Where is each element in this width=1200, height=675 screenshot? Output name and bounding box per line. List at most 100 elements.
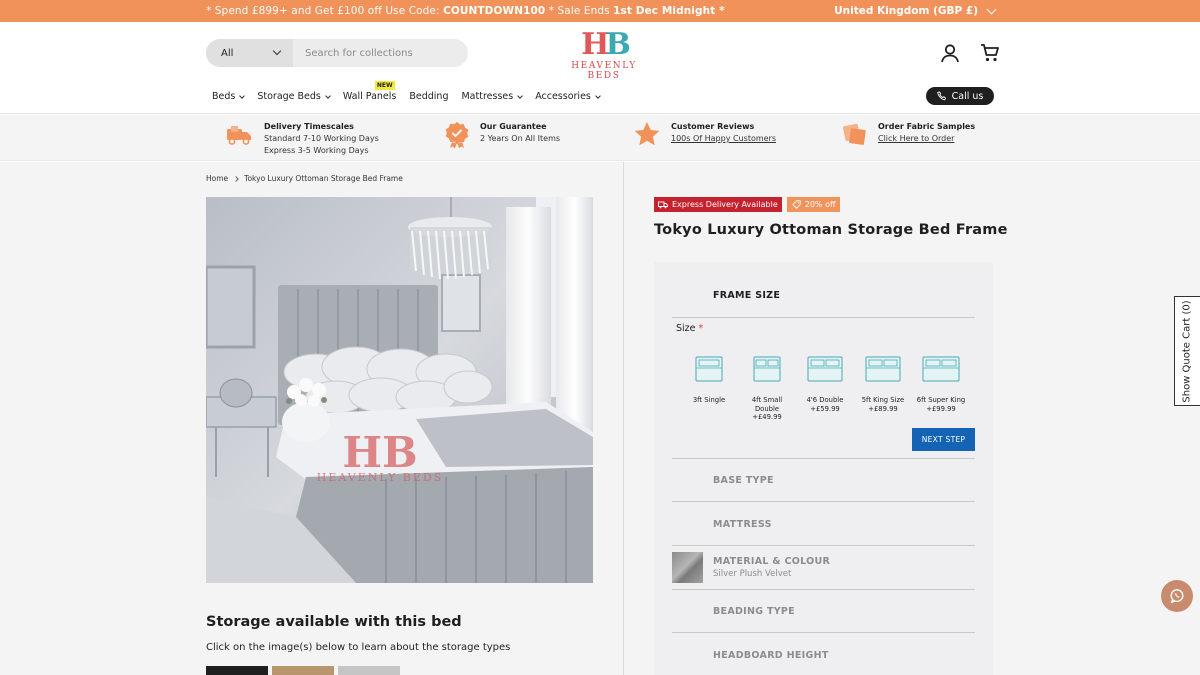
express-delivery-badge: Express Delivery Available [654, 197, 782, 212]
step-label: FRAME SIZE [713, 290, 781, 301]
call-us-button[interactable]: Call us [926, 87, 994, 105]
step-label: MATTRESS [713, 519, 772, 530]
nav-label: Wall Panels [342, 91, 397, 102]
usp-samples: Order Fabric Samples Click Here to Order [842, 121, 975, 147]
chat-button[interactable] [1161, 580, 1193, 612]
bedroom-photo: HB HEAVENLY BEDS [206, 197, 593, 583]
logo-mono-h: H [581, 27, 609, 62]
promo-post: * [715, 5, 725, 17]
nav-label: Beds [212, 91, 236, 102]
chevron-down-icon [986, 4, 997, 14]
promo-pre: * Spend £899+ and Get £100 off Use Code: [206, 5, 444, 17]
nav-item-beds[interactable]: Beds [212, 91, 246, 102]
product-badges: Express Delivery Available 20% off [654, 197, 841, 212]
storage-thumbnail[interactable] [206, 666, 268, 675]
nav-label: Bedding [409, 91, 449, 102]
size-option-5ft-king[interactable]: 5ft King Size +£89.99 [854, 354, 912, 422]
bed-size-icon [922, 356, 960, 382]
tag-icon [791, 200, 801, 209]
account-icon[interactable] [939, 42, 961, 64]
search-input[interactable] [293, 39, 463, 67]
storage-thumbnail[interactable] [272, 666, 334, 675]
usp-title: Order Fabric Samples [878, 122, 976, 131]
nav-item-wall-panels[interactable]: Wall Panels NEW [342, 81, 397, 102]
call-us-label: Call us [951, 90, 984, 102]
step-material-colour[interactable]: MATERIAL & COLOUR [672, 546, 975, 590]
reviews-link[interactable]: 100s Of Happy Customers [671, 133, 776, 145]
usp-guarantee: Our Guarantee 2 Years On All Items [444, 121, 560, 149]
breadcrumb-current: Tokyo Luxury Ottoman Storage Bed Frame [244, 174, 403, 183]
nav-label: Mattresses [461, 91, 514, 102]
size-option-name: 3ft Single [692, 396, 726, 404]
nav-label: Accessories [535, 91, 591, 102]
step-base-type[interactable]: BASE TYPE [672, 459, 975, 502]
announcement-bar: * Spend £899+ and Get £100 off Use Code:… [0, 0, 1200, 22]
chevron-down-icon [595, 92, 601, 99]
breadcrumb-home[interactable]: Home [206, 174, 228, 183]
bed-size-icon [865, 356, 901, 382]
size-option-4-6-double[interactable]: 4'6 Double +£59.99 [796, 354, 854, 422]
region-selector[interactable]: United Kingdom (GBP £) [834, 4, 997, 17]
product-title: Tokyo Luxury Ottoman Storage Bed Frame [654, 222, 1008, 238]
header-icons [939, 42, 1001, 64]
promo-code: COUNTDOWN100 [443, 5, 546, 17]
size-option-name: Double [754, 404, 780, 413]
delivery-truck-icon [227, 126, 251, 145]
size-option-4ft-small-double[interactable]: 4ft Small Double +£49.99 [738, 354, 796, 422]
size-option-price: +£89.99 [868, 404, 898, 413]
step-label: BEADING TYPE [713, 606, 795, 617]
step-beading-type[interactable]: BEADING TYPE [672, 590, 975, 633]
chevron-right-icon [233, 175, 239, 182]
search-category-select[interactable]: All [206, 39, 293, 67]
cart-icon[interactable] [979, 42, 1001, 64]
size-label: Size * [676, 323, 703, 334]
nav-item-accessories[interactable]: Accessories [535, 91, 601, 102]
usp-title: Delivery Timescales [264, 122, 354, 131]
step-frame-size[interactable]: FRAME SIZE [672, 270, 975, 318]
step-headboard-height[interactable]: HEADBOARD HEIGHT [672, 633, 975, 675]
chevron-down-icon [517, 92, 524, 99]
step-mattress[interactable]: MATTRESS [672, 502, 975, 546]
size-option-3ft-single[interactable]: 3ft Single [680, 354, 738, 422]
nav-item-bedding[interactable]: Bedding [409, 91, 448, 102]
storage-subheading: Click on the image(s) below to learn abo… [206, 642, 511, 653]
size-label-text: Size [676, 323, 696, 334]
truck-icon [658, 201, 668, 208]
quote-cart-tab[interactable]: Show Quote Cart (0) [1174, 296, 1200, 406]
fabric-swatch [672, 552, 703, 583]
usp-line: Standard 7-10 Working Days [264, 134, 379, 143]
search-bar: All [206, 39, 468, 67]
guarantee-badge-icon [445, 122, 469, 149]
size-option-name: 6ft Super King [916, 396, 966, 404]
bed-size-icon [695, 356, 723, 382]
usp-line: Express 3-5 Working Days [264, 146, 369, 155]
express-badge-label: Express Delivery Available [672, 200, 778, 209]
usp-line: 2 Years On All Items [480, 134, 561, 143]
breadcrumb: Home Tokyo Luxury Ottoman Storage Bed Fr… [206, 174, 403, 183]
product-image[interactable]: HB HEAVENLY BEDS [206, 197, 593, 583]
usp-title: Our Guarantee [480, 122, 547, 131]
site-logo[interactable]: HB HEAVENLY BEDS [556, 27, 652, 82]
column-divider [623, 162, 624, 675]
whatsapp-icon [1170, 589, 1184, 604]
new-badge: NEW [374, 81, 395, 90]
nav-item-storage-beds[interactable]: Storage Beds [257, 91, 331, 102]
storage-thumbnail[interactable] [338, 666, 400, 675]
nav-label: Storage Beds [257, 91, 321, 102]
size-option-name: 4ft Small [751, 396, 783, 404]
size-option-6ft-super-king[interactable]: 6ft Super King +£99.99 [912, 354, 970, 422]
discount-badge: 20% off [786, 197, 841, 212]
phone-icon [936, 91, 946, 101]
promo-text: * Spend £899+ and Get £100 off Use Code:… [206, 5, 725, 17]
chevron-down-icon [325, 92, 331, 99]
nav-item-mattresses[interactable]: Mattresses [461, 91, 524, 102]
order-samples-link[interactable]: Click Here to Order [878, 133, 975, 145]
quote-cart-label: Show Quote Cart (0) [1182, 299, 1194, 403]
step-label: BASE TYPE [713, 475, 774, 486]
next-step-button[interactable]: NEXT STEP [912, 428, 975, 451]
usp-delivery: Delivery Timescales Standard 7-10 Workin… [226, 121, 379, 157]
step-label: HEADBOARD HEIGHT [713, 650, 829, 661]
main-nav: Beds Storage Beds Wall Panels NEW Bedding… [212, 81, 613, 102]
region-label: United Kingdom (GBP £) [834, 5, 978, 17]
size-options: 3ft Single 4ft Small Double +£49.99 4'6 … [680, 354, 970, 422]
